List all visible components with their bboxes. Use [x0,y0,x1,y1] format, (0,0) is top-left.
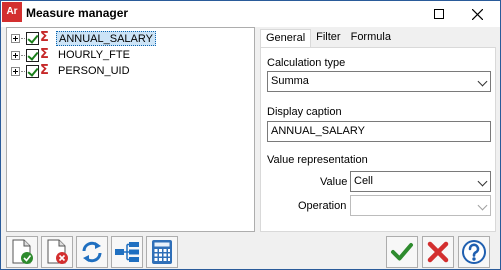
tab-general[interactable]: General [260,29,312,48]
tab-formula[interactable]: Formula [346,29,396,47]
tree-item-annual-salary[interactable]: Σ ANNUAL_SALARY [11,30,156,46]
cancel-x-icon [427,241,449,263]
expand-icon[interactable] [11,66,20,76]
tree-item-label: ANNUAL_SALARY [56,30,156,46]
measure-manager-window: Ar Measure manager Σ ANNUAL_SALARY Σ HOU… [0,0,501,270]
hierarchy-button[interactable] [111,236,143,268]
window-title: Measure manager [26,6,129,20]
help-icon [462,240,486,264]
calculator-button[interactable] [146,236,178,268]
display-caption-value: ANNUAL_SALARY [271,125,365,137]
tree-item-label: PERSON_UID [58,64,130,77]
tree-item-person-uid[interactable]: Σ PERSON_UID [11,63,132,79]
new-measure-icon [12,239,33,264]
expand-icon[interactable] [11,33,20,43]
calculation-type-select[interactable]: Summa [267,71,491,92]
general-tab-panel: Calculation type Summa Display caption A… [260,47,496,232]
value-select-value: Cell [354,175,373,187]
app-logo-icon: Ar [2,2,22,22]
title-bar: Ar Measure manager [1,1,500,27]
chevron-down-icon [477,76,488,87]
tab-strip: General Filter Formula [260,29,396,48]
sigma-icon: Σ [40,63,49,78]
calculator-icon [152,240,172,264]
delete-measure-button[interactable] [41,236,73,268]
hierarchy-icon [115,242,139,262]
value-representation-label: Value representation [267,154,368,166]
display-caption-input[interactable]: ANNUAL_SALARY [267,121,491,142]
chevron-down-icon [477,200,488,211]
tree-item-hourly-fte[interactable]: Σ HOURLY_FTE [11,47,132,63]
sigma-icon: Σ [40,47,49,62]
delete-measure-icon [47,239,68,264]
calculation-type-value: Summa [271,75,309,87]
maximize-icon [434,9,444,19]
close-button[interactable] [461,1,493,27]
measure-tree[interactable]: Σ ANNUAL_SALARY Σ HOURLY_FTE Σ PERSON_UI… [6,27,255,232]
cancel-button[interactable] [422,236,454,268]
display-caption-label: Display caption [267,106,342,118]
ok-button[interactable] [386,236,418,268]
value-select[interactable]: Cell [350,171,491,192]
close-icon [471,8,483,20]
measure-checkbox[interactable] [26,31,39,45]
refresh-icon [82,241,102,263]
new-measure-button[interactable] [6,236,38,268]
operation-label: Operation [298,200,347,212]
tree-item-label: HOURLY_FTE [58,48,130,61]
sigma-icon: Σ [40,30,49,45]
chevron-down-icon [477,176,488,187]
help-button[interactable] [458,236,490,268]
measure-checkbox[interactable] [26,64,39,78]
expand-icon[interactable] [11,50,20,60]
value-label: Value [320,176,348,188]
maximize-button[interactable] [423,1,455,27]
ok-check-icon [391,243,413,261]
tab-filter[interactable]: Filter [311,29,345,47]
operation-select[interactable] [350,195,491,216]
refresh-button[interactable] [76,236,108,268]
measure-checkbox[interactable] [26,48,39,62]
calculation-type-label: Calculation type [267,57,346,69]
